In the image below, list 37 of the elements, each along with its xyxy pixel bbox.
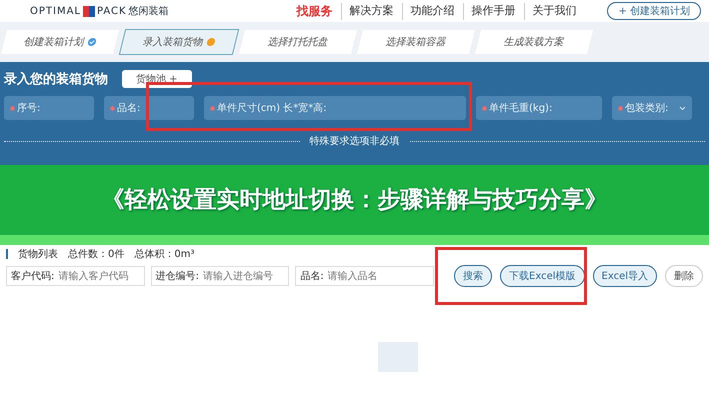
total-count: 总件数：0件 xyxy=(68,248,124,261)
nav-link[interactable]: 功能介绍 xyxy=(402,2,463,20)
step-tab[interactable]: 生成装载方案 xyxy=(475,30,593,54)
step-tab[interactable]: 选择打托托盘 xyxy=(239,30,357,54)
total-volume: 总体积：0m³ xyxy=(134,248,194,261)
nav-link[interactable]: 操作手册 xyxy=(462,2,524,20)
text-input[interactable]: 请输入进仓编号 xyxy=(203,270,274,282)
filter-label: 品名: xyxy=(300,270,324,283)
field-label: 包装类别: xyxy=(625,102,668,115)
filter-label: 进仓编号: xyxy=(156,270,200,283)
field-label: 单件尺寸(cm) 长*宽*高: xyxy=(217,102,327,115)
action-button[interactable]: Excel导入 xyxy=(592,265,658,287)
list-title: 货物列表 xyxy=(18,248,58,261)
optional-note: 特殊要求选项非必填 xyxy=(310,134,400,148)
logo[interactable]: OPTIMAL PACK 悠闲装箱 xyxy=(30,4,169,18)
banner-title: 《轻松设置实时地址切换：步骤详解与技巧分享》 xyxy=(102,186,608,215)
nav-link[interactable]: 关于我们 xyxy=(524,2,585,20)
step-tab[interactable]: 录入装箱货物 xyxy=(118,29,240,55)
filter-label: 客户代码: xyxy=(11,270,54,283)
step-tab[interactable]: 创建装箱计划 xyxy=(1,30,119,54)
nav-link[interactable]: 找服务 xyxy=(288,2,341,20)
create-plan-button[interactable]: + 创建装箱计划 xyxy=(607,2,701,20)
field-label: 序号: xyxy=(17,102,40,115)
cube-icon xyxy=(83,6,95,16)
field-label: 品名: xyxy=(117,102,140,115)
action-button[interactable]: 搜索 xyxy=(454,265,492,287)
nav-link[interactable]: 解决方案 xyxy=(340,2,402,20)
check-icon xyxy=(87,38,97,46)
form-title: 录入您的装箱货物 xyxy=(4,70,108,88)
filter-field[interactable]: 进仓编号: 请输入进仓编号 xyxy=(150,266,290,286)
action-button[interactable]: 删除 xyxy=(665,265,704,287)
filter-field[interactable]: 品名: 请输入品名 xyxy=(295,266,434,286)
current-dot-icon xyxy=(206,38,216,46)
action-button[interactable]: 下载Excel模版 xyxy=(500,265,585,287)
field-label: 单件毛重(kg): xyxy=(489,102,552,115)
chevron-icon xyxy=(679,106,686,110)
step-tab[interactable]: 选择装箱容器 xyxy=(357,30,475,54)
